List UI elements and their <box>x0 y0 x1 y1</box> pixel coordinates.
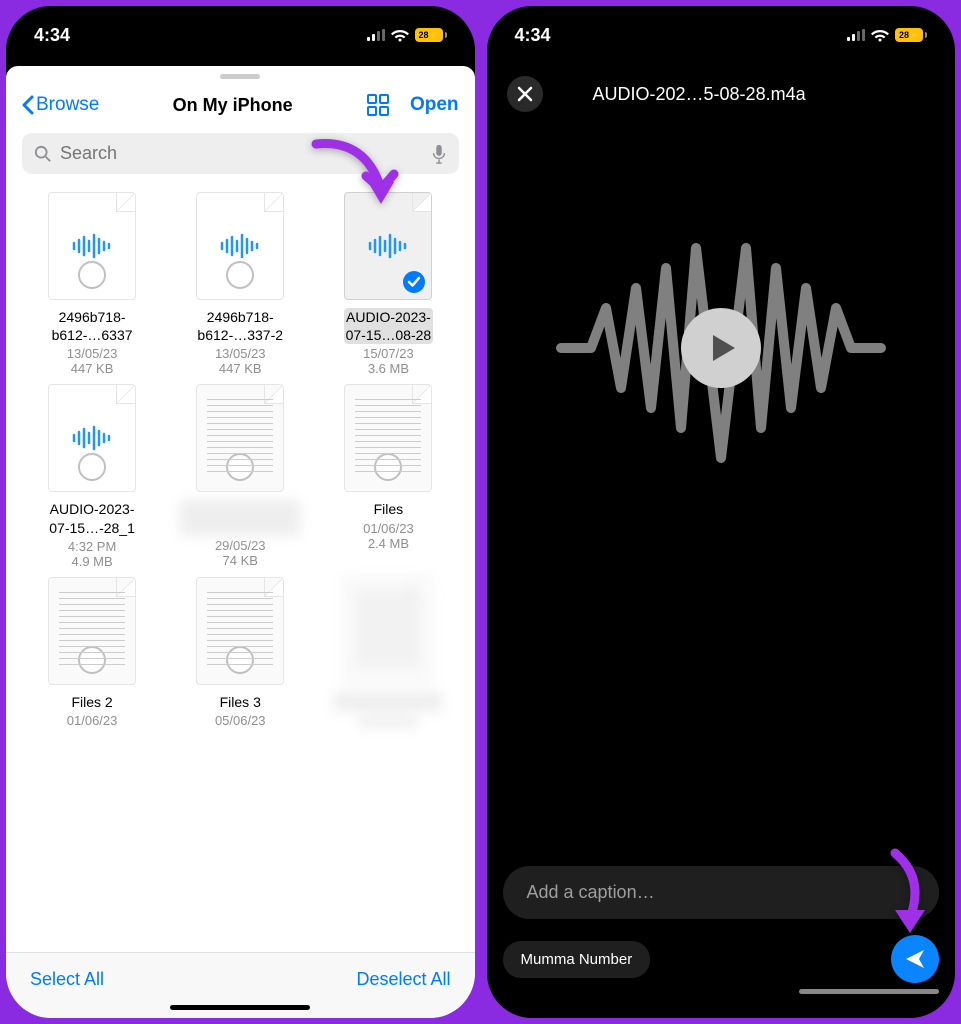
open-button[interactable]: Open <box>410 94 459 116</box>
file-date: 01/06/23 <box>67 713 118 728</box>
status-bar: 4:34 28⚡ <box>487 6 956 60</box>
file-name-redacted <box>180 500 300 536</box>
file-size: 4.9 MB <box>71 554 112 569</box>
file-item[interactable]: Files 2 01/06/23 <box>22 577 162 728</box>
page-title: On My iPhone <box>173 95 293 116</box>
play-icon <box>708 333 738 363</box>
home-indicator[interactable] <box>799 989 939 994</box>
status-time: 4:34 <box>515 25 551 46</box>
file-size: 74 KB <box>223 553 258 568</box>
back-label: Browse <box>36 94 99 116</box>
audio-wave-icon <box>71 424 113 452</box>
home-indicator[interactable] <box>170 1005 310 1010</box>
file-name: Files 3 <box>220 693 261 711</box>
caption-input[interactable]: Add a caption… <box>503 866 940 919</box>
file-size: 447 KB <box>71 361 114 376</box>
file-thumb-redacted <box>344 577 432 685</box>
selection-circle <box>226 646 254 674</box>
send-icon <box>904 948 926 970</box>
file-date: 13/05/23 <box>215 346 266 361</box>
file-item[interactable]: 2496b718-b612-…6337 13/05/23 447 KB <box>22 192 162 376</box>
back-button[interactable]: Browse <box>22 94 99 116</box>
file-name: Files 2 <box>71 693 112 711</box>
select-all-button[interactable]: Select All <box>30 969 104 990</box>
preview-bottom: Add a caption… Mumma Number <box>487 866 956 1018</box>
selection-circle <box>78 646 106 674</box>
file-name: 2496b718-b612-…337-2 <box>197 308 283 344</box>
close-icon <box>517 86 533 102</box>
battery-icon: 28⚡ <box>895 28 927 42</box>
file-name: AUDIO-2023-07-15…-28_1 <box>49 500 135 536</box>
files-picker-sheet: Browse On My iPhone Open 2496b718-b612-…… <box>6 66 475 1018</box>
file-thumb-doc <box>344 384 432 492</box>
file-date: 13/05/23 <box>67 346 118 361</box>
file-thumb-doc <box>196 577 284 685</box>
file-thumb-audio <box>48 192 136 300</box>
mic-icon[interactable] <box>431 144 447 164</box>
selection-circle <box>226 261 254 289</box>
file-date-redacted <box>358 715 418 727</box>
file-item-selected[interactable]: AUDIO-2023-07-15…08-28 15/07/23 3.6 MB <box>318 192 458 376</box>
file-thumb-doc <box>196 384 284 492</box>
status-icons: 28⚡ <box>367 28 447 42</box>
file-item[interactable]: 2496b718-b612-…337-2 13/05/23 447 KB <box>170 192 310 376</box>
audio-preview <box>487 128 956 568</box>
audio-wave-icon <box>71 232 113 260</box>
wifi-icon <box>871 28 889 42</box>
preview-header: AUDIO-202…5-08-28.m4a <box>487 60 956 128</box>
file-size: 2.4 MB <box>368 536 409 551</box>
selection-circle <box>78 453 106 481</box>
status-bar: 4:34 28⚡ <box>6 6 475 60</box>
file-date: 15/07/23 <box>363 346 414 361</box>
file-size: 447 KB <box>219 361 262 376</box>
selection-circle <box>374 453 402 481</box>
search-icon <box>34 145 52 163</box>
selection-circle <box>78 261 106 289</box>
file-thumb-doc <box>48 577 136 685</box>
search-input[interactable] <box>60 143 423 164</box>
checkmark-icon <box>403 271 425 293</box>
status-time: 4:34 <box>34 25 70 46</box>
file-item[interactable]: Files 3 05/06/23 <box>170 577 310 728</box>
status-icons: 28⚡ <box>847 28 927 42</box>
files-grid: 2496b718-b612-…6337 13/05/23 447 KB 2496… <box>6 184 475 952</box>
close-button[interactable] <box>507 76 543 112</box>
play-button[interactable] <box>681 308 761 388</box>
deselect-all-button[interactable]: Deselect All <box>356 969 450 990</box>
wifi-icon <box>391 28 409 42</box>
recipient-chip[interactable]: Mumma Number <box>503 941 651 978</box>
file-date: 4:32 PM <box>68 539 116 554</box>
file-thumb-audio <box>48 384 136 492</box>
sheet-handle[interactable] <box>220 74 260 79</box>
battery-icon: 28⚡ <box>415 28 447 42</box>
file-date: 05/06/23 <box>215 713 266 728</box>
file-name-redacted <box>333 693 443 711</box>
audio-wave-icon <box>219 232 261 260</box>
search-bar[interactable] <box>22 133 459 174</box>
file-thumb-audio <box>196 192 284 300</box>
file-item[interactable]: Files 01/06/23 2.4 MB <box>318 384 458 568</box>
file-item[interactable]: AUDIO-2023-07-15…-28_1 4:32 PM 4.9 MB <box>22 384 162 568</box>
file-item[interactable]: 29/05/23 74 KB <box>170 384 310 568</box>
file-size: 3.6 MB <box>368 361 409 376</box>
signal-icon <box>847 28 865 42</box>
files-header: Browse On My iPhone Open <box>6 83 475 127</box>
file-name: AUDIO-2023-07-15…08-28 <box>344 308 434 344</box>
file-date: 01/06/23 <box>363 521 414 536</box>
selection-circle <box>226 453 254 481</box>
preview-filename: AUDIO-202…5-08-28.m4a <box>593 84 806 105</box>
audio-wave-icon <box>367 232 409 260</box>
send-button[interactable] <box>891 935 939 983</box>
file-item[interactable] <box>318 577 458 728</box>
file-name: Files <box>374 500 404 518</box>
file-date: 29/05/23 <box>215 538 266 553</box>
chevron-left-icon <box>22 95 34 115</box>
signal-icon <box>367 28 385 42</box>
file-name: 2496b718-b612-…6337 <box>52 308 133 344</box>
grid-view-icon[interactable] <box>366 93 390 117</box>
file-thumb-audio <box>344 192 432 300</box>
